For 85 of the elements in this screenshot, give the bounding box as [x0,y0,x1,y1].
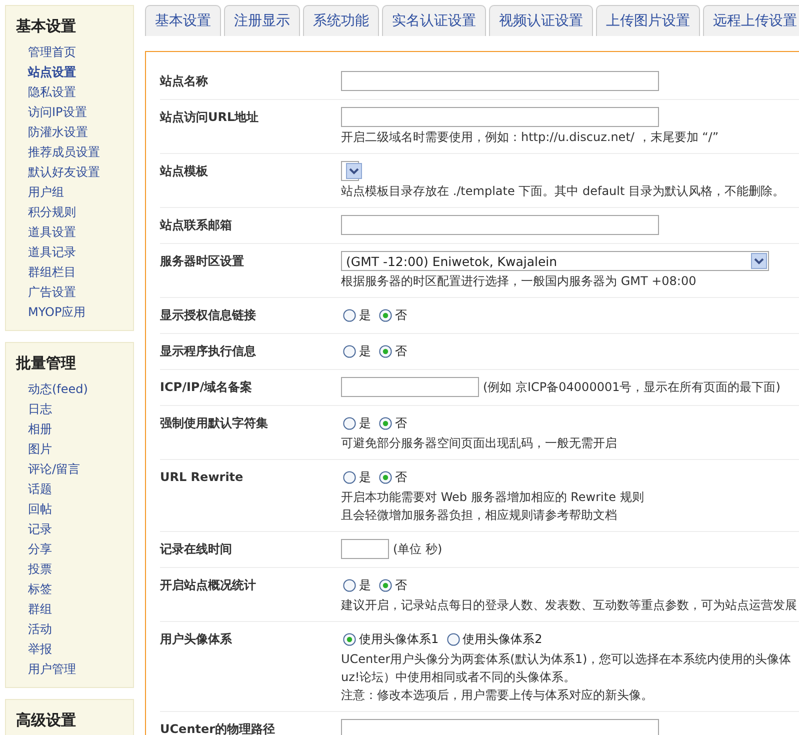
setting-label: 站点联系邮箱 [160,217,233,234]
radio-option[interactable]: 是 [343,343,371,360]
setting-description: 注意：修改本选项后，用户需要上传与体系对应的新头像。 [341,687,654,704]
field-hint: (单位 秒) [393,541,442,558]
radio-option[interactable]: 否 [379,307,407,324]
setting-label: 显示授权信息链接 [160,307,257,324]
setting-description: 根据服务器的时区配置进行选择，一般国内服务器为 GMT +08:00 [341,273,698,290]
sidebar-link[interactable]: 群组 [16,599,133,619]
sidebar-link[interactable]: 用户组 [16,182,133,202]
sidebar-link[interactable]: 道具设置 [16,222,133,242]
sidebar-link[interactable]: MYOP应用 [16,302,133,322]
tab[interactable]: 基本设置 [145,5,221,36]
radio-option[interactable]: 是 [343,307,371,324]
sidebar-link[interactable]: 话题 [16,479,133,499]
setting-description: 开启本功能需要对 Web 服务器增加相应的 Rewrite 规则 [341,489,644,506]
sidebar-link[interactable]: 标签 [16,579,133,599]
sidebar-link[interactable]: 活动 [16,619,133,639]
setting-label: 开启站点概况统计 [160,577,257,594]
setting-description: UCenter用户头像分为两套体系(默认为体系1)，您可以选择在本系统内使用的头像体 [341,651,792,668]
sidebar-link[interactable]: 日志 [16,399,133,419]
text-field[interactable] [341,107,659,127]
setting-description: 开启二级域名时需要使用，例如：http://u.discuz.net/ ，末尾要加 “/” [341,129,719,146]
setting-label: 用户头像体系 [160,631,233,648]
sidebar-link[interactable]: 用户管理 [16,659,133,679]
setting-description: 建议开启，记录站点每日的登录人数、发表数、互动数等重点参数，可为站点运营发展 [341,597,797,614]
sidebar-link[interactable]: 访问IP设置 [16,102,133,122]
radio-option[interactable]: 是 [343,415,371,432]
radio-option[interactable]: 是 [343,469,371,486]
dropdown[interactable] [341,161,359,181]
sidebar-link[interactable]: 相册 [16,419,133,439]
setting-label: ICP/IP/域名备案 [160,379,254,396]
radio-option[interactable]: 否 [379,415,407,432]
sidebar-link[interactable]: 记录 [16,519,133,539]
setting-label: UCenter的物理路径 [160,721,276,735]
radio-option[interactable]: 使用头像体系2 [446,631,542,648]
radio-option[interactable]: 否 [379,469,407,486]
setting-label: 站点名称 [160,73,209,90]
tab[interactable]: 远程上传设置 [703,5,799,36]
setting-description: 可避免部分服务器空间页面出现乱码，一般无需开启 [341,435,617,452]
setting-description: uz!论坛）中使用相同或者不同的头像体系。 [341,669,577,686]
setting-label: 显示程序执行信息 [160,343,257,360]
text-field[interactable] [341,215,659,235]
sidebar-heading: 批量管理 [16,353,77,373]
sidebar-link[interactable]: 举报 [16,639,133,659]
sidebar-link[interactable]: 站点设置 [16,62,133,82]
text-field[interactable] [341,377,479,397]
text-field[interactable] [341,539,389,559]
setting-label: URL Rewrite [160,469,244,486]
radio-option[interactable]: 否 [379,577,407,594]
sidebar-link[interactable]: 回帖 [16,499,133,519]
text-field[interactable] [341,719,659,735]
tab[interactable]: 系统功能 [303,5,379,36]
tab[interactable]: 上传图片设置 [596,5,700,36]
setting-label: 记录在线时间 [160,541,233,558]
tab[interactable]: 注册显示 [224,5,300,36]
sidebar-link[interactable]: 隐私设置 [16,82,133,102]
dropdown[interactable]: (GMT -12:00) Eniwetok, Kwajalein [341,251,769,271]
radio-option[interactable]: 是 [343,577,371,594]
sidebar-link[interactable]: 管理首页 [16,42,133,62]
sidebar-link[interactable]: 群组栏目 [16,262,133,282]
setting-label: 站点模板 [160,163,209,180]
sidebar-link[interactable]: 分享 [16,539,133,559]
setting-label: 服务器时区设置 [160,253,245,270]
sidebar-link[interactable]: 道具记录 [16,242,133,262]
sidebar-link[interactable]: 图片 [16,439,133,459]
sidebar-link[interactable]: 默认好友设置 [16,162,133,182]
sidebar-link[interactable]: 积分规则 [16,202,133,222]
setting-description: 且会轻微增加服务器负担，相应规则请参考帮助文档 [341,507,618,524]
radio-option[interactable]: 使用头像体系1 [343,631,439,648]
setting-label: 站点访问URL地址 [160,109,260,126]
text-field[interactable] [341,71,659,91]
sidebar-link[interactable]: 投票 [16,559,133,579]
sidebar-link[interactable]: 推荐成员设置 [16,142,133,162]
field-hint: (例如 京ICP备04000001号，显示在所有页面的最下面) [483,379,780,396]
sidebar-link[interactable]: 广告设置 [16,282,133,302]
sidebar-heading: 基本设置 [16,16,77,36]
sidebar-link[interactable]: 防灌水设置 [16,122,133,142]
sidebar-link[interactable]: 评论/留言 [16,459,133,479]
setting-description: 站点模板目录存放在 ./template 下面。其中 default 目录为默认风格，不能删除。 [341,183,785,200]
sidebar-link[interactable]: 动态(feed) [16,379,133,399]
tab[interactable]: 实名认证设置 [382,5,486,36]
radio-option[interactable]: 否 [379,343,407,360]
sidebar-heading: 高级设置 [16,710,77,730]
tab[interactable]: 视频认证设置 [489,5,593,36]
setting-label: 强制使用默认字符集 [160,415,269,432]
